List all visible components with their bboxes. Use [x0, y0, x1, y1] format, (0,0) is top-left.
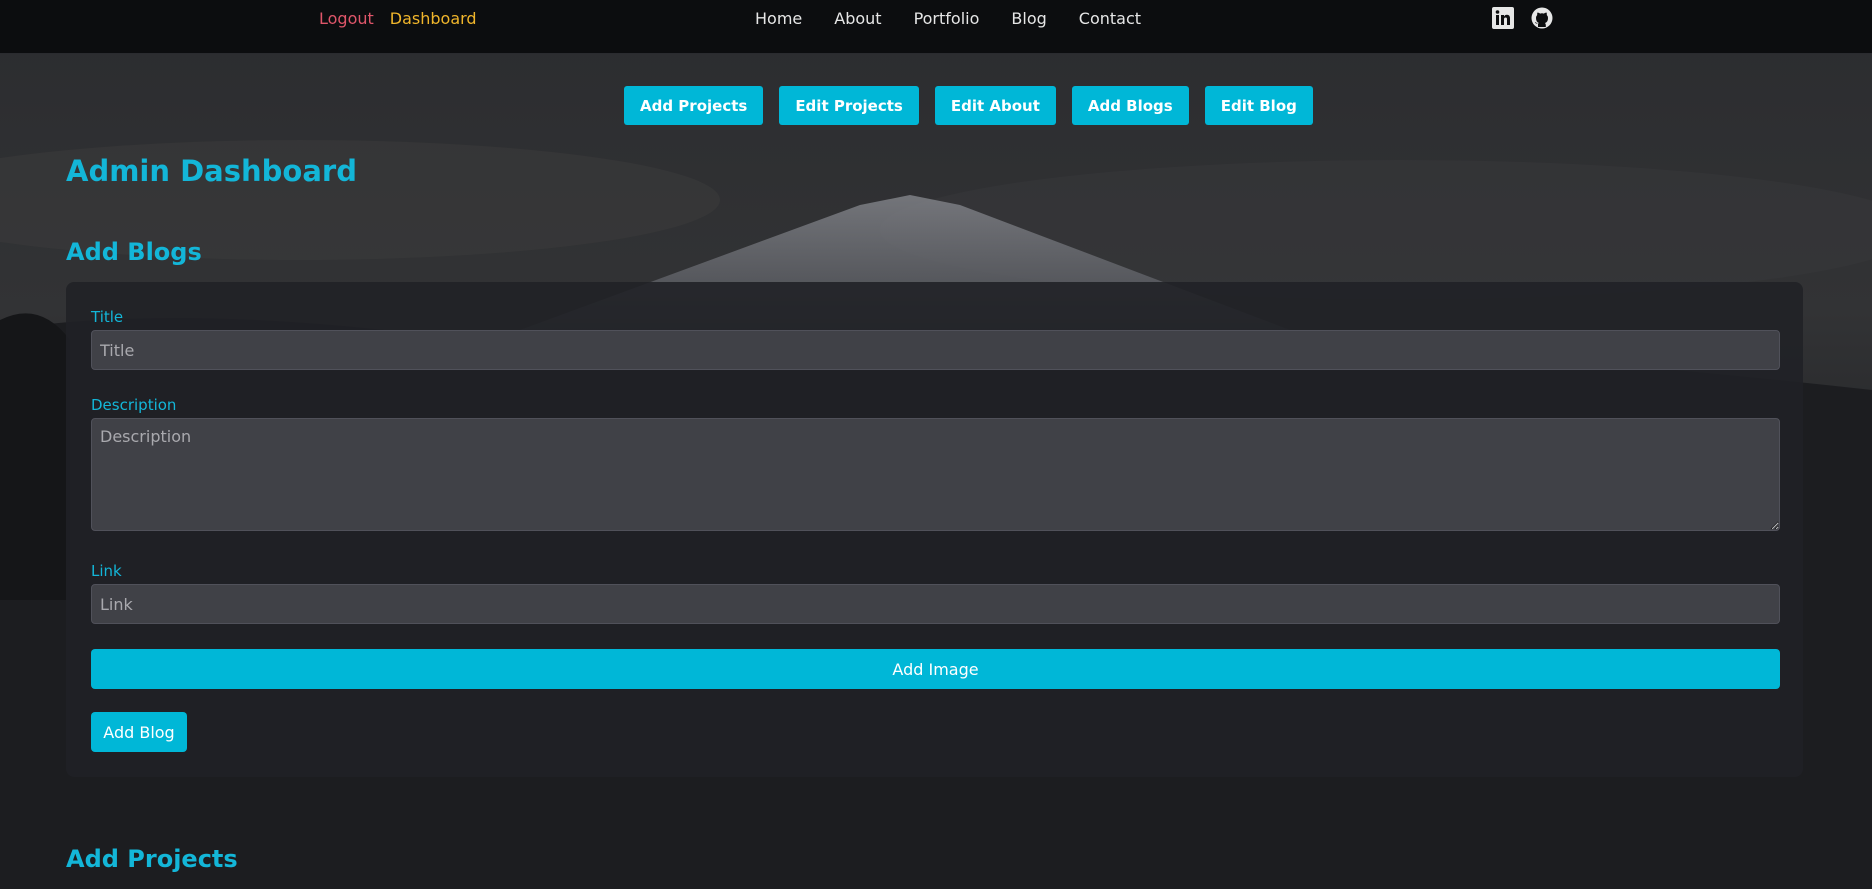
link-input[interactable]	[91, 584, 1780, 624]
add-blog-submit-button[interactable]: Add Blog	[91, 712, 187, 752]
title-label: Title	[91, 308, 124, 326]
description-label: Description	[91, 396, 177, 414]
title-input[interactable]	[91, 330, 1780, 370]
tab-edit-about[interactable]: Edit About	[934, 86, 1056, 125]
admin-tabs: Add Projects Edit Projects Edit About Ad…	[624, 86, 1313, 125]
add-image-button[interactable]: Add Image	[91, 649, 1780, 689]
nav-link-blog[interactable]: Blog	[1011, 9, 1046, 28]
description-textarea[interactable]	[91, 418, 1780, 531]
add-projects-heading: Add Projects	[66, 845, 238, 873]
link-label: Link	[91, 562, 122, 580]
tab-add-projects[interactable]: Add Projects	[624, 86, 764, 125]
top-navbar: Logout Dashboard Home About Portfolio Bl…	[0, 0, 1872, 54]
add-blog-form: Title Description Link Add Image Add Blo…	[66, 282, 1803, 777]
logout-link[interactable]: Logout	[319, 9, 374, 28]
social-links	[1491, 6, 1554, 30]
main-nav: Home About Portfolio Blog Contact	[755, 9, 1141, 28]
github-icon[interactable]	[1530, 6, 1554, 30]
nav-link-home[interactable]: Home	[755, 9, 802, 28]
tab-edit-projects[interactable]: Edit Projects	[779, 86, 919, 125]
page-title: Admin Dashboard	[66, 154, 357, 188]
admin-dashboard-page: Logout Dashboard Home About Portfolio Bl…	[0, 0, 1872, 889]
linkedin-icon[interactable]	[1491, 6, 1515, 30]
dashboard-link[interactable]: Dashboard	[390, 9, 477, 28]
add-blogs-heading: Add Blogs	[66, 238, 202, 266]
tab-add-blogs[interactable]: Add Blogs	[1071, 86, 1189, 125]
nav-left-links: Logout Dashboard	[319, 9, 477, 28]
nav-link-portfolio[interactable]: Portfolio	[914, 9, 980, 28]
tab-edit-blog[interactable]: Edit Blog	[1204, 86, 1313, 125]
nav-link-contact[interactable]: Contact	[1079, 9, 1141, 28]
nav-link-about[interactable]: About	[834, 9, 881, 28]
